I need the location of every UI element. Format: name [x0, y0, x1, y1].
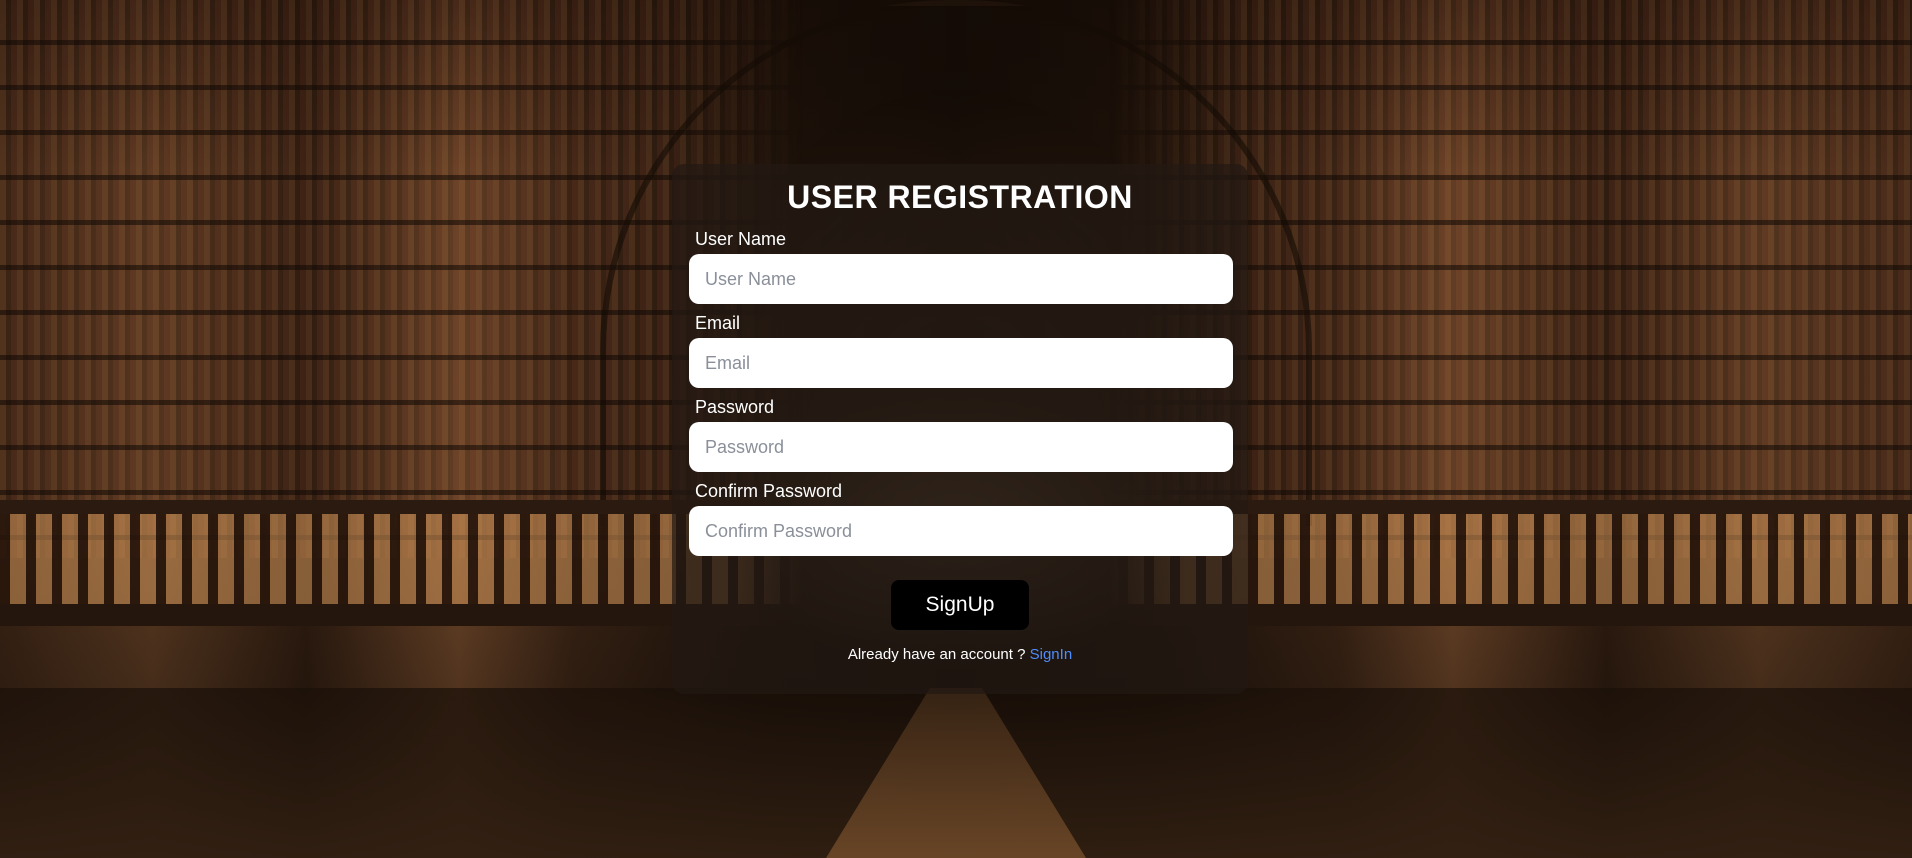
signin-link[interactable]: SignIn — [1030, 646, 1073, 663]
password-input[interactable] — [689, 422, 1233, 472]
email-field-group: Email — [689, 312, 1233, 388]
password-label: Password — [695, 397, 775, 417]
library-floor — [0, 688, 1912, 858]
email-label: Email — [695, 313, 741, 333]
confirm-password-input[interactable] — [689, 506, 1233, 556]
confirm-password-label: Confirm Password — [695, 481, 843, 501]
registration-form: USER REGISTRATION User Name Email Passwo… — [672, 164, 1248, 694]
page-title: USER REGISTRATION — [787, 179, 1133, 215]
username-field-group: User Name — [689, 228, 1233, 304]
submit-row: SignUp — [689, 580, 1231, 630]
signin-prompt: Already have an account ? — [847, 646, 1026, 663]
email-input[interactable] — [689, 338, 1233, 388]
signin-row: Already have an account ? SignIn — [689, 646, 1231, 663]
signup-button[interactable]: SignUp — [891, 580, 1029, 630]
password-field-group: Password — [689, 396, 1233, 472]
username-label: User Name — [695, 229, 787, 249]
confirm-password-field-group: Confirm Password — [689, 480, 1233, 556]
username-input[interactable] — [689, 254, 1233, 304]
